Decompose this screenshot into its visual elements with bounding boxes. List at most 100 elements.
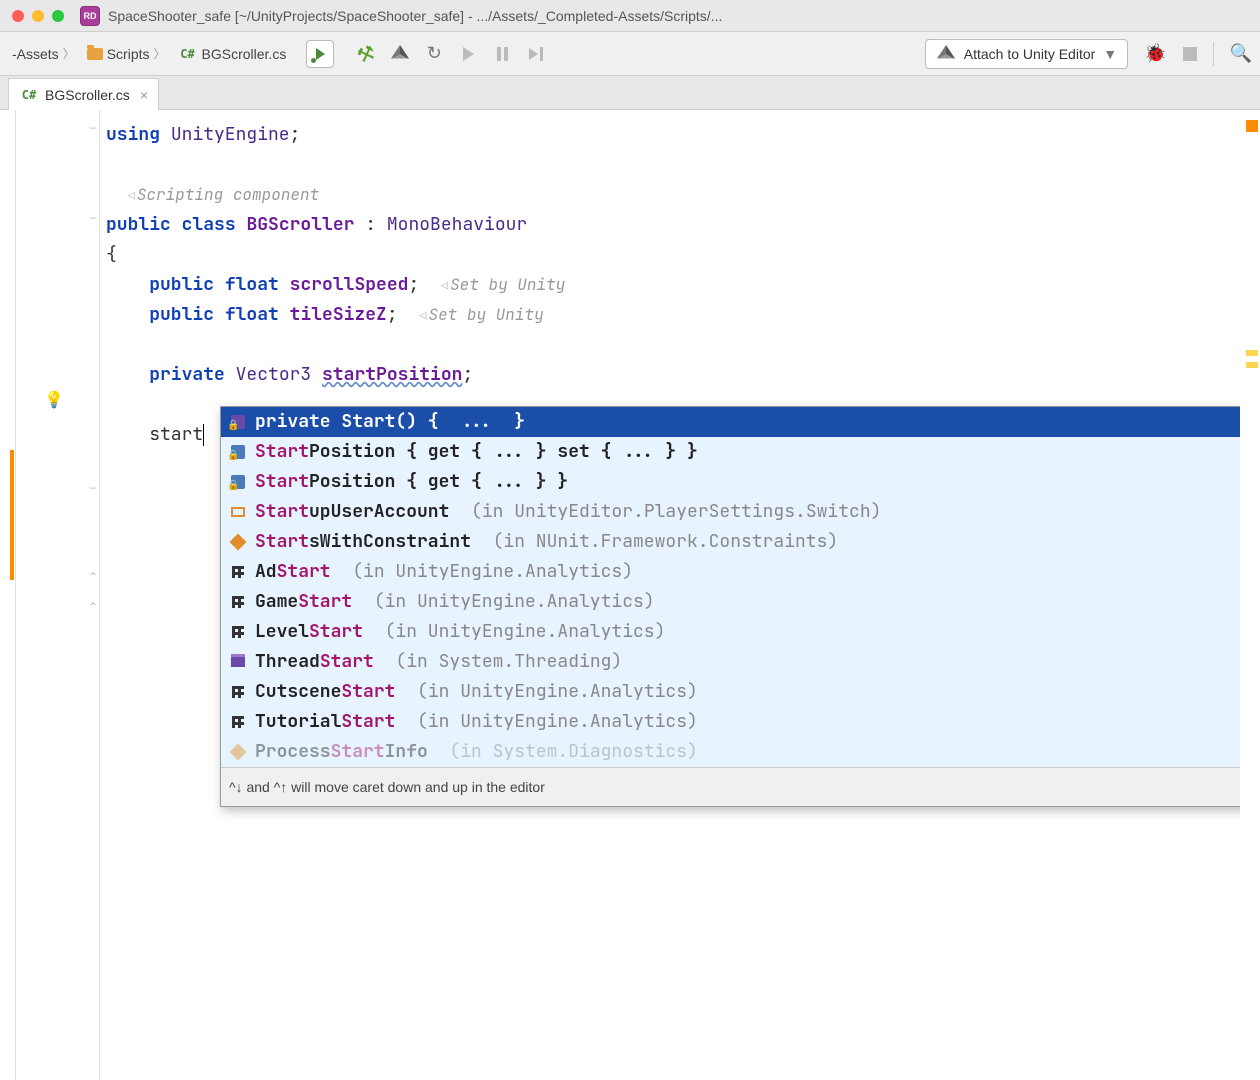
step-icon — [529, 47, 543, 61]
minimize-window-button[interactable] — [32, 10, 44, 22]
build-button[interactable]: ⚒ — [351, 38, 382, 69]
completion-item[interactable]: StartsWithConstraint (in NUnit.Framework… — [221, 527, 1259, 557]
completion-text: Thread — [255, 650, 320, 673]
run-target-selector[interactable] — [306, 40, 334, 68]
completion-match: Start — [309, 620, 363, 643]
window-title: SpaceShooter_safe [~/UnityProjects/Space… — [108, 8, 1248, 24]
tab-label: BGScroller.cs — [45, 87, 130, 103]
field-name: tileSizeZ — [290, 303, 387, 326]
typed-text: start — [149, 423, 203, 446]
completion-match: Start — [331, 740, 385, 763]
event-icon — [229, 686, 247, 698]
completion-item[interactable]: GameStart (in UnityEngine.Analytics) — [221, 587, 1259, 617]
completion-item[interactable]: ProcessStartInfo (in System.Diagnostics) — [221, 737, 1259, 767]
debug-button[interactable]: 🐞 — [1144, 43, 1166, 64]
fold-handle[interactable]: – — [88, 210, 98, 224]
play-button[interactable] — [456, 42, 480, 66]
window-controls — [12, 10, 64, 22]
close-icon[interactable]: × — [140, 87, 148, 103]
dot-icon — [311, 58, 316, 63]
completion-item[interactable]: CutsceneStart (in UnityEngine.Analytics) — [221, 677, 1259, 707]
punct: ; — [462, 363, 473, 386]
play-icon — [316, 48, 325, 60]
completion-item[interactable]: StartupUserAccount (in UnityEditor.Playe… — [221, 497, 1259, 527]
code-hint: Set by Unity — [428, 304, 543, 325]
punct: { — [106, 243, 117, 266]
completion-item[interactable]: ThreadStart (in System.Threading) — [221, 647, 1259, 677]
keyword: class — [182, 213, 236, 236]
play-icon — [463, 47, 474, 61]
keyword: float — [225, 303, 279, 326]
step-button[interactable] — [524, 42, 548, 66]
code-hint: Scripting component — [137, 184, 319, 205]
completion-match: Start — [255, 530, 309, 553]
event-icon — [229, 596, 247, 608]
completion-item[interactable]: StartPosition { get { ... } } — [221, 467, 1259, 497]
completion-match: Start — [255, 440, 309, 463]
punct: ; — [408, 273, 419, 296]
fold-handle[interactable]: ⌃ — [88, 600, 98, 614]
gutter[interactable]: – – 💡 – ⌃ ⌃ — [16, 110, 100, 1080]
event-icon — [229, 566, 247, 578]
completion-item[interactable]: private Start() { ... } — [221, 407, 1259, 437]
stop-button[interactable] — [1183, 47, 1197, 61]
breadcrumb-scripts[interactable]: Scripts 〉 — [83, 43, 170, 64]
completion-match: Start — [277, 560, 331, 583]
keyword: float — [225, 273, 279, 296]
breadcrumb-file[interactable]: C# BGScroller.cs — [174, 44, 291, 64]
chevron-right-icon: 〉 — [154, 45, 166, 62]
highlight-marker[interactable] — [1246, 350, 1258, 356]
property-icon — [229, 445, 247, 459]
attach-label: Attach to Unity Editor — [964, 46, 1096, 62]
right-marker-strip[interactable] — [1240, 110, 1260, 1080]
warning-marker[interactable] — [1246, 120, 1258, 132]
code-completion-popup[interactable]: private Start() { ... } StartPosition { … — [220, 406, 1260, 807]
search-button[interactable]: 🔍 — [1230, 43, 1252, 64]
unity-link-button[interactable] — [388, 42, 412, 66]
editor-tabbar: C# BGScroller.cs × — [0, 76, 1260, 110]
completion-location: (in UnityEngine.Analytics) — [417, 710, 698, 733]
tab-bgscroller[interactable]: C# BGScroller.cs × — [8, 78, 159, 110]
fold-handle[interactable]: – — [88, 480, 98, 494]
class-icon — [229, 746, 247, 758]
completion-item[interactable]: LevelStart (in UnityEngine.Analytics) — [221, 617, 1259, 647]
class-icon — [229, 536, 247, 548]
breadcrumb-label: -Assets — [12, 46, 59, 62]
punct: ; — [290, 123, 301, 146]
editor-shell: – – 💡 – ⌃ ⌃ using UnityEngine; Scripting… — [0, 110, 1260, 1080]
completion-text: Position { get { ... } set { ... } } — [309, 440, 698, 463]
breadcrumb-label: Scripts — [107, 46, 150, 62]
attach-configuration-dropdown[interactable]: Attach to Unity Editor ▼ — [925, 39, 1128, 69]
maximize-window-button[interactable] — [52, 10, 64, 22]
completion-item[interactable]: StartPosition { get { ... } set { ... } … — [221, 437, 1259, 467]
completion-match: Start — [320, 650, 374, 673]
completion-item[interactable]: TutorialStart (in UnityEngine.Analytics) — [221, 707, 1259, 737]
pause-icon — [497, 47, 508, 61]
code-editor[interactable]: using UnityEngine; Scripting component p… — [100, 110, 1240, 1080]
fold-handle[interactable]: – — [88, 120, 98, 134]
folder-icon — [87, 48, 103, 60]
punct: ; — [387, 303, 398, 326]
type-ref: UnityEngine — [171, 123, 290, 146]
completion-text: Process — [255, 740, 331, 763]
build-run-controls: ⚒ — [354, 42, 548, 66]
type-ref: Vector3 — [236, 363, 312, 386]
punct: : — [354, 213, 386, 236]
highlight-marker[interactable] — [1246, 362, 1258, 368]
refresh-button[interactable] — [422, 42, 446, 66]
intention-bulb-icon[interactable]: 💡 — [44, 390, 64, 410]
pause-button[interactable] — [490, 42, 514, 66]
fold-handle[interactable]: ⌃ — [88, 570, 98, 584]
breadcrumb-assets[interactable]: -Assets 〉 — [8, 43, 79, 64]
completion-item[interactable]: AdStart (in UnityEngine.Analytics) — [221, 557, 1259, 587]
completion-text: Position { get { ... } } — [309, 470, 568, 493]
field-name: scrollSpeed — [290, 273, 409, 296]
completion-location: (in UnityEngine.Analytics) — [417, 680, 698, 703]
completion-text: Level — [255, 620, 309, 643]
close-window-button[interactable] — [12, 10, 24, 22]
keyword: public — [149, 273, 214, 296]
separator — [1213, 42, 1214, 66]
chevron-down-icon: ▼ — [1103, 46, 1117, 62]
completion-text: Game — [255, 590, 298, 613]
breadcrumb-label: BGScroller.cs — [202, 46, 287, 62]
